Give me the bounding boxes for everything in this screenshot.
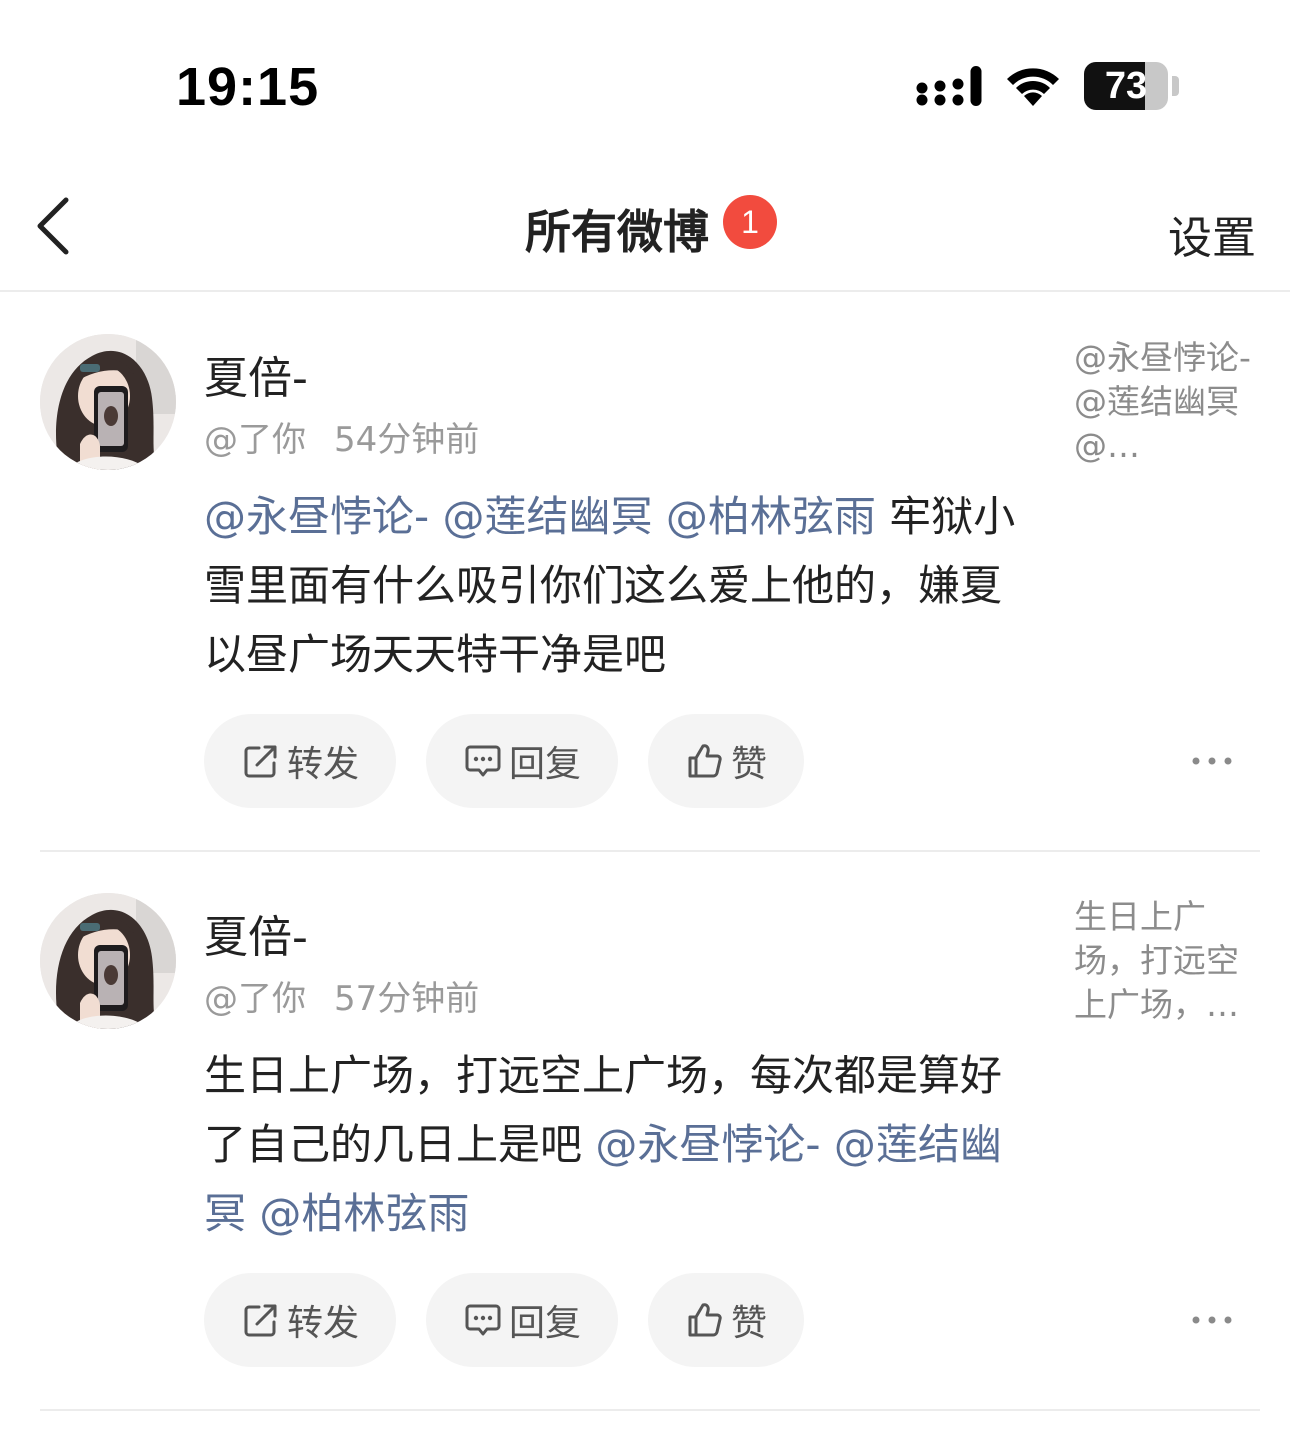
mention-link[interactable]: @永昼悖论- (595, 1120, 834, 1169)
post-content[interactable]: @永昼悖论- @莲结幽冥 @柏林弦雨 牢狱小雪里面有什么吸引你们这么爱上他的，嫌… (204, 482, 1034, 689)
repost-label: 转发 (286, 744, 359, 785)
battery-percent: 73 (1104, 65, 1148, 107)
mention-link[interactable]: @柏林弦雨 (259, 1189, 469, 1238)
like-button[interactable]: 赞 (648, 714, 804, 808)
reply-button[interactable]: 回复 (426, 714, 618, 808)
username[interactable]: 夏倍- (204, 901, 308, 965)
post-item[interactable]: 夏倍- @了你 54分钟前 @永昼悖论- @莲结幽冥 @柏林弦雨 牢狱小雪里面有什… (0, 294, 1290, 852)
user-handle: @了你 (204, 420, 306, 460)
like-button[interactable]: 赞 (648, 1273, 804, 1367)
post-divider (40, 1409, 1260, 1411)
post-meta: @了你 57分钟前 (204, 971, 479, 1020)
reply-label: 回复 (508, 744, 581, 785)
post-divider (40, 850, 1260, 852)
post-actions: 转发 回复 赞 (204, 714, 834, 808)
avatar[interactable] (40, 334, 176, 470)
comment-icon (465, 745, 501, 777)
post-time: 57分钟前 (334, 979, 480, 1019)
share-icon (244, 1304, 277, 1337)
avatar-photo (40, 893, 176, 1029)
wifi-icon (1007, 68, 1059, 106)
repost-button[interactable]: 转发 (204, 1273, 396, 1367)
battery-icon: 73 (1084, 62, 1180, 110)
status-time: 19:15 (176, 57, 320, 117)
like-label: 赞 (730, 744, 767, 785)
cellular-signal-icon (916, 66, 982, 106)
reply-button[interactable]: 回复 (426, 1273, 618, 1367)
repost-label: 转发 (286, 1303, 359, 1344)
like-label: 赞 (730, 1303, 767, 1344)
nav-bar: 所有微博 1 设置 (0, 170, 1290, 292)
avatar-photo (40, 334, 176, 470)
page-title: 所有微博 (525, 205, 709, 259)
reply-label: 回复 (508, 1303, 581, 1344)
more-options-icon[interactable] (1190, 751, 1234, 771)
original-post-preview[interactable]: 生日上广场，打远空上广场，… (1074, 895, 1260, 1027)
post-time: 54分钟前 (334, 420, 480, 460)
post-content[interactable]: 生日上广场，打远空上广场，每次都是算好了自己的几日上是吧 @永昼悖论- @莲结幽… (204, 1041, 1034, 1248)
more-options-icon[interactable] (1190, 1310, 1234, 1330)
repost-button[interactable]: 转发 (204, 714, 396, 808)
status-bar: 19:15 73 (0, 0, 1290, 170)
share-icon (244, 745, 277, 778)
comment-icon (465, 1304, 501, 1336)
post-item[interactable]: 夏倍- @了你 57分钟前 生日上广场，打远空上广场，每次都是算好了自己的几日上是… (0, 853, 1290, 1411)
user-handle: @了你 (204, 979, 306, 1019)
username[interactable]: 夏倍- (204, 342, 308, 406)
thumbs-up-icon (688, 1303, 722, 1337)
unread-badge: 1 (723, 195, 777, 249)
post-meta: @了你 54分钟前 (204, 412, 479, 461)
mention-link[interactable]: @莲结幽冥 (443, 492, 666, 541)
mention-link[interactable]: @永昼悖论- (204, 492, 443, 541)
post-actions: 转发 回复 赞 (204, 1273, 834, 1367)
mention-link[interactable]: @柏林弦雨 (666, 492, 876, 541)
avatar[interactable] (40, 893, 176, 1029)
settings-button[interactable]: 设置 (1168, 202, 1256, 266)
thumbs-up-icon (688, 744, 722, 778)
original-post-preview[interactable]: @永昼悖论- @莲结幽冥 @… (1074, 336, 1260, 468)
